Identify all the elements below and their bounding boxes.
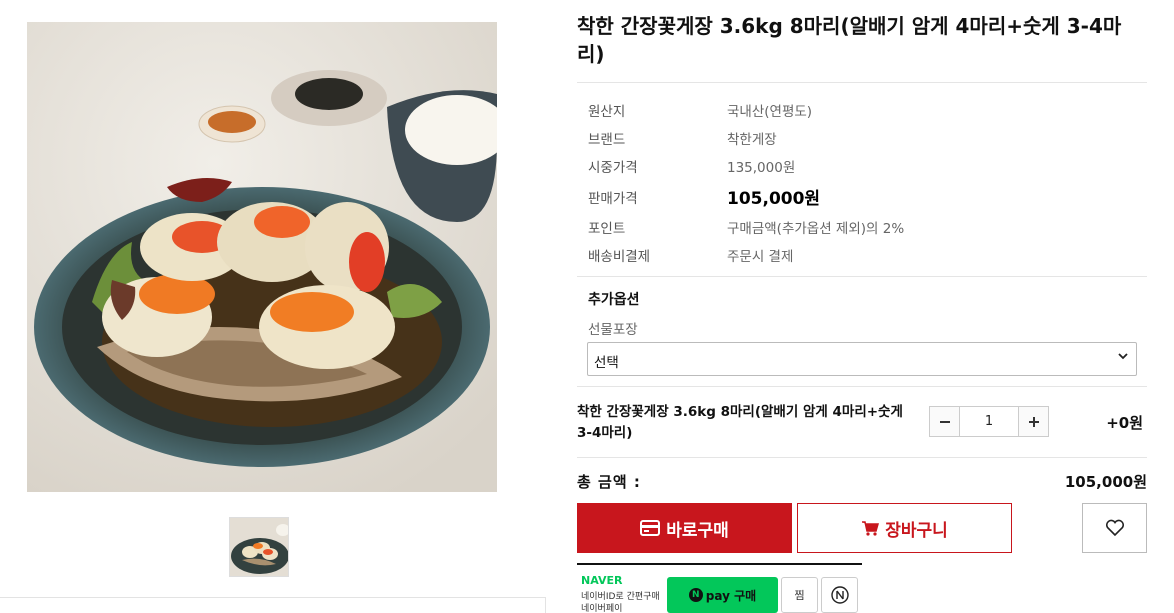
divider xyxy=(577,82,1147,83)
spec-value: 135,000원 xyxy=(727,160,796,176)
divider xyxy=(577,276,1147,277)
spec-label: 배송비결제 xyxy=(588,249,651,265)
quantity-decrease-button[interactable] xyxy=(930,407,960,436)
spec-label: 원산지 xyxy=(588,104,626,120)
credit-card-icon xyxy=(640,520,661,536)
buy-now-button[interactable]: 바로구매 xyxy=(577,503,792,553)
gift-wrap-label: 선물포장 xyxy=(588,322,638,338)
quantity-increase-button[interactable] xyxy=(1018,407,1048,436)
spec-value: 주문시 결제 xyxy=(727,249,794,265)
naver-pay-text: 네이버페이 xyxy=(581,604,623,613)
buy-now-label: 바로구매 xyxy=(666,520,729,541)
selected-item-name: 착한 간장꽃게장 3.6kg 8마리(알배기 암게 4마리+숫게 3-4마리) xyxy=(577,404,903,441)
section-divider xyxy=(0,597,546,613)
spec-label: 포인트 xyxy=(588,221,626,237)
heart-icon xyxy=(1105,519,1124,537)
naver-pay-button[interactable]: N pay 구매 xyxy=(667,577,778,613)
sale-price-value: 105,000원 xyxy=(727,189,821,209)
divider xyxy=(577,386,1147,387)
thumbnail-photo xyxy=(230,518,288,576)
quantity-stepper: 1 xyxy=(929,406,1049,437)
chevron-down-icon xyxy=(1118,353,1128,360)
spec-label: 판매가격 xyxy=(588,191,638,207)
spec-value: 착한게장 xyxy=(727,132,777,148)
minus-icon xyxy=(939,420,950,423)
naver-zzim-button[interactable]: 찜 xyxy=(781,577,818,613)
product-title: 착한 간장꽃게장 3.6kg 8마리(알배기 암게 4마리+숫게 3-4마리) xyxy=(577,14,1122,66)
naver-talk-button[interactable] xyxy=(821,577,858,613)
add-to-cart-button[interactable]: 장바구니 xyxy=(797,503,1012,553)
gift-wrap-select[interactable]: 선택 xyxy=(587,342,1137,376)
add-to-cart-label: 장바구니 xyxy=(885,520,948,541)
wishlist-button[interactable] xyxy=(1082,503,1147,553)
naver-pay-label: pay 구매 xyxy=(705,588,757,603)
total-price: 105,000원 xyxy=(1064,473,1147,491)
spec-value: 구매금액(추가옵션 제외)의 2% xyxy=(727,221,905,237)
zzim-label: 찜 xyxy=(794,589,805,602)
product-thumbnail[interactable] xyxy=(229,517,289,577)
select-value: 선택 xyxy=(594,355,619,371)
product-main-image xyxy=(27,22,497,492)
spec-value: 국내산(연평도) xyxy=(727,104,813,120)
crab-plate-photo xyxy=(27,22,497,492)
spec-label: 시중가격 xyxy=(588,160,638,176)
additional-options-title: 추가옵션 xyxy=(588,292,640,308)
divider xyxy=(577,457,1147,458)
naver-pay-box: NAVER 네이버ID로 간편구매 네이버페이 N pay 구매 찜 xyxy=(577,563,862,613)
total-label: 총 금액 : xyxy=(577,473,641,491)
cart-icon xyxy=(862,521,880,536)
quantity-input[interactable]: 1 xyxy=(960,407,1018,436)
naver-talktalk-icon xyxy=(830,586,849,604)
naver-n-icon: N xyxy=(688,588,703,602)
plus-icon xyxy=(1028,416,1039,427)
naver-logo: NAVER xyxy=(581,574,623,587)
selected-item-price: +0원 xyxy=(1106,414,1143,432)
spec-label: 브랜드 xyxy=(588,132,626,148)
